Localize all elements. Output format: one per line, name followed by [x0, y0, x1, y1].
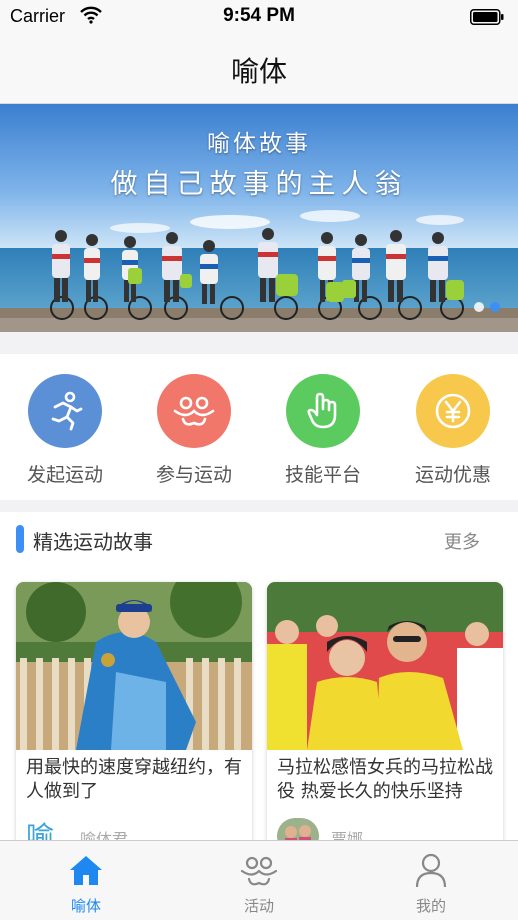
quick-action-circle [416, 374, 490, 448]
svg-text:喻: 喻 [26, 820, 54, 840]
story-author: 喻 喻体君 [26, 818, 246, 840]
quick-action-label: 参与运动 [155, 464, 232, 486]
hand-icon [307, 392, 337, 429]
status-bar: Carrier 9:54 PM [0, 0, 518, 34]
section-title: 精选运动故事 [33, 530, 153, 554]
carousel-dot-2[interactable] [490, 302, 500, 312]
quick-action-circle [28, 374, 102, 448]
story-image [16, 582, 252, 750]
quick-action-skill-platform[interactable]: 技能平台 [268, 374, 378, 487]
carousel-dot-1[interactable] [474, 302, 484, 312]
author-name: 贾娜 [331, 830, 364, 840]
quick-action-start-sport[interactable]: 发起运动 [10, 374, 120, 487]
home-icon [70, 856, 102, 885]
quick-action-circle [157, 374, 231, 448]
author-name: 喻体君 [80, 830, 129, 840]
story-card[interactable]: 马拉松感悟女兵的马拉松战役 热爱长久的快乐坚持 贾娜 [267, 582, 503, 840]
battery-icon [470, 9, 504, 25]
banner-subtitle: 做自己故事的主人翁 [110, 169, 408, 200]
people-group-icon [173, 396, 215, 426]
tab-home[interactable]: 喻体 [0, 841, 172, 920]
story-title: 用最快的速度穿越纽约，有人做到了 [26, 757, 242, 802]
quick-action-join-sport[interactable]: 参与运动 [139, 374, 249, 487]
story-image [267, 582, 503, 750]
tab-profile[interactable]: 我的 [345, 841, 517, 920]
story-card[interactable]: 用最快的速度穿越纽约，有人做到了 喻 喻体君 [16, 582, 252, 840]
author-avatar: 喻 [26, 820, 54, 840]
story-author: 贾娜 [277, 818, 497, 840]
tab-label: 我的 [415, 897, 446, 915]
nav-bar: 喻体 [0, 34, 518, 104]
page-title: 喻体 [230, 55, 287, 88]
quick-action-label: 发起运动 [26, 464, 103, 486]
story-cards: 用最快的速度穿越纽约，有人做到了 喻 喻体君 马拉松感悟女兵的马拉松战役 热爱长… [0, 568, 518, 840]
tab-activity[interactable]: 活动 [173, 841, 345, 920]
tab-label: 活动 [243, 897, 274, 915]
quick-actions: 发起运动 参与运动 技能平台 运动优惠 [0, 354, 518, 500]
tab-label: 喻体 [70, 897, 101, 915]
quick-action-label: 技能平台 [284, 464, 361, 486]
banner-title: 喻体故事 [207, 131, 311, 157]
story-title: 马拉松感悟女兵的马拉松战役 热爱长久的快乐坚持 [277, 757, 493, 802]
person-icon [415, 853, 447, 888]
running-man-icon [51, 391, 83, 431]
people-group-icon [240, 856, 278, 886]
yen-coin-icon [435, 393, 471, 429]
status-time: 9:54 PM [223, 5, 295, 26]
quick-action-label: 运动优惠 [414, 464, 491, 486]
section-accent-bar [16, 525, 24, 553]
author-avatar [277, 818, 319, 840]
tab-bar: 喻体 活动 我的 [0, 840, 518, 920]
section-header: 精选运动故事 更多 [0, 512, 518, 568]
quick-action-sport-discount[interactable]: 运动优惠 [398, 374, 508, 487]
banner-carousel[interactable]: 喻体故事 做自己故事的主人翁 [0, 104, 518, 332]
quick-action-circle [286, 374, 360, 448]
more-link[interactable]: 更多 [444, 528, 480, 554]
